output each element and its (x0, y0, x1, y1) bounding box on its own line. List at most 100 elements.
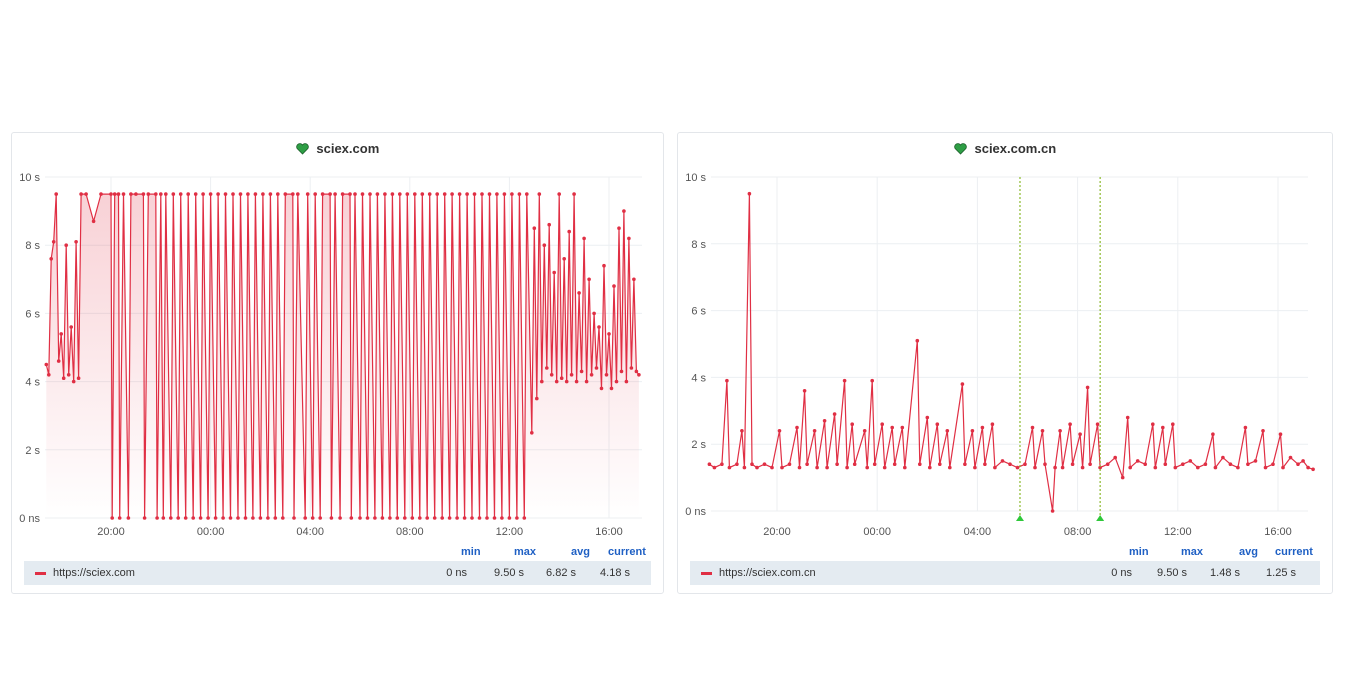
data-point (457, 192, 462, 196)
data-point (500, 516, 504, 520)
chart-sciex-com-cn[interactable]: 0 ns 2 s 4 s 6 s 8 s 10 s 20:00 00:00 04:00 08:00… (678, 133, 1334, 543)
data-point (470, 516, 474, 520)
data-point (1311, 467, 1315, 472)
data-point (403, 516, 407, 520)
data-point (1000, 459, 1005, 463)
legend-header-max[interactable]: max (514, 546, 536, 558)
legend-header-current[interactable]: current (608, 546, 646, 558)
legend-series-name[interactable]: https://sciex.com (53, 567, 135, 579)
data-point (540, 379, 544, 384)
data-point (599, 386, 604, 391)
data-point (569, 373, 574, 377)
data-point (632, 277, 636, 282)
data-point (353, 192, 357, 196)
data-point (547, 222, 551, 227)
data-point (1236, 465, 1240, 470)
x-tick-label: 08:00 (396, 526, 424, 538)
data-point (594, 366, 599, 370)
data-point (1171, 422, 1175, 427)
data-point (948, 465, 952, 470)
data-point (79, 192, 83, 196)
chart-sciex-com[interactable]: 0 ns 2 s 4 s 6 s 8 s 10 s 20:00 00:00 04:00 08:00… (12, 133, 665, 543)
legend-header-current[interactable]: current (1275, 546, 1313, 558)
data-point (945, 429, 950, 433)
data-point (69, 325, 73, 329)
data-point (398, 192, 402, 196)
data-point (338, 516, 342, 520)
data-point (795, 425, 799, 430)
data-point (251, 516, 255, 520)
data-point (617, 226, 621, 230)
data-point (1033, 465, 1037, 470)
data-point (171, 192, 176, 196)
data-point (614, 379, 619, 384)
legend-header-avg[interactable]: avg (1239, 546, 1258, 558)
data-point (305, 192, 310, 196)
legend-avg: 1.48 s (1210, 567, 1240, 579)
data-point (1120, 475, 1125, 480)
data-point (84, 192, 88, 196)
data-point (1246, 462, 1250, 467)
data-point (216, 192, 220, 196)
data-point (542, 243, 547, 247)
data-point (557, 192, 561, 196)
legend-current: 1.25 s (1266, 567, 1296, 579)
y-tick-label: 0 ns (685, 506, 706, 518)
data-point (572, 192, 576, 196)
legend-row[interactable]: https://sciex.com 0 ns 9.50 s 6.82 s 4.1… (24, 561, 651, 585)
data-point (870, 378, 874, 383)
data-point (253, 192, 258, 196)
legend-header-avg[interactable]: avg (571, 546, 590, 558)
data-point (146, 192, 151, 196)
annotation-marker[interactable] (1096, 515, 1105, 521)
data-point (1296, 462, 1300, 467)
data-point (261, 192, 265, 196)
data-point (609, 386, 614, 391)
data-point (842, 378, 847, 383)
data-point (231, 192, 235, 196)
y-tick-label: 10 s (685, 172, 706, 184)
data-point (1263, 465, 1268, 470)
data-point (970, 429, 975, 433)
legend-header-min[interactable]: min (1129, 546, 1149, 558)
data-point (1181, 462, 1185, 467)
data-point (637, 373, 641, 377)
data-point (405, 192, 410, 196)
data-point (427, 192, 432, 196)
data-point (333, 192, 337, 196)
data-point (318, 516, 323, 520)
data-point (712, 465, 717, 470)
legend-row[interactable]: https://sciex.com.cn 0 ns 9.50 s 1.48 s … (690, 561, 1320, 585)
data-point (109, 192, 113, 196)
x-tick-label: 20:00 (763, 526, 791, 538)
data-point (292, 516, 296, 520)
data-point (1261, 429, 1265, 433)
data-point (1015, 465, 1020, 470)
data-point (825, 465, 829, 470)
annotation-marker[interactable] (1015, 515, 1024, 521)
data-point (1043, 462, 1047, 467)
legend-header-min[interactable]: min (461, 546, 481, 558)
data-point (380, 516, 385, 520)
y-tick-label: 6 s (691, 306, 706, 318)
legend-max: 9.50 s (494, 567, 524, 579)
data-point (537, 192, 542, 196)
data-point (74, 240, 78, 244)
data-point (208, 192, 213, 196)
data-point (1188, 459, 1193, 463)
data-point (584, 379, 589, 384)
data-point (472, 192, 477, 196)
legend-series-name[interactable]: https://sciex.com.cn (719, 567, 816, 579)
x-tick-label: 20:00 (97, 526, 125, 538)
data-point (129, 192, 133, 196)
x-tick-label: 12:00 (496, 526, 524, 538)
data-point (1125, 415, 1130, 420)
data-point (169, 516, 173, 520)
data-point (530, 431, 534, 435)
data-point (296, 192, 300, 196)
legend-header-max[interactable]: max (1181, 546, 1203, 558)
data-point (71, 379, 76, 384)
data-point (502, 192, 507, 196)
data-point (276, 192, 280, 196)
data-point (629, 366, 634, 370)
